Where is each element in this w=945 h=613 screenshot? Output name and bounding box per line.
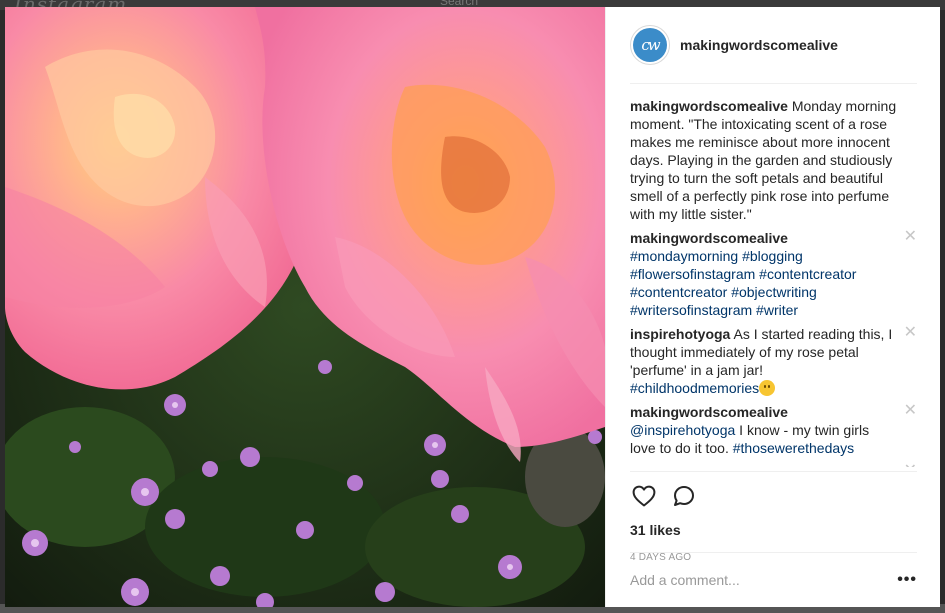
hashtag-link[interactable]: #mondaymorning — [630, 248, 738, 264]
avatar-initials: cw — [633, 28, 667, 62]
header-username-link[interactable]: makingwordscomealive — [680, 37, 838, 53]
post-actions: 31 likes 4 DAYS AGO — [630, 471, 917, 563]
mention-link[interactable]: @inspirehotyoga — [630, 422, 735, 438]
post-header: cw makingwordscomealive — [630, 7, 917, 84]
smile-emoji-icon — [759, 380, 776, 396]
comment-item: makingwordscomealive #mondaymorning #blo… — [630, 229, 917, 319]
comment-username-link[interactable]: makingwordscomealive — [630, 404, 788, 420]
remove-comment-icon[interactable]: ✕ — [904, 229, 917, 245]
comment-username-link[interactable]: makingwordscomealive — [630, 98, 788, 114]
comment-item: makingwordscomealive Monday morning mome… — [630, 97, 917, 223]
hashtag-link[interactable]: #blogging — [742, 248, 803, 264]
action-icons — [630, 478, 917, 514]
hashtag-link[interactable]: #flowersofinstagram — [630, 266, 755, 282]
comment-input[interactable] — [630, 572, 898, 588]
comment-text: How beautiful ! — [756, 464, 849, 467]
hashtag-link[interactable]: #childhoodmemories — [630, 380, 759, 396]
hashtag-link[interactable]: #thosewerethedays — [733, 440, 854, 456]
hashtag-link[interactable]: #objectwriting — [731, 284, 817, 300]
comment-username-link[interactable]: inspirehotyoga — [630, 326, 730, 342]
comment-username-link[interactable]: makingwordscomealive — [630, 230, 788, 246]
comment-item: makingwordscomealive @inspirehotyoga I k… — [630, 403, 917, 457]
comment-item: inspirehotyoga As I started reading this… — [630, 325, 917, 397]
heart-icon[interactable] — [630, 482, 658, 510]
hashtag-link[interactable]: #writersofinstagram — [630, 302, 752, 318]
hashtag-link[interactable]: #writer — [756, 302, 798, 318]
add-comment-bar: ••• — [630, 552, 917, 607]
post-side-panel: cw makingwordscomealive makingwordscomea… — [605, 7, 940, 607]
post-modal: cw makingwordscomealive makingwordscomea… — [5, 7, 940, 607]
remove-comment-icon[interactable]: ✕ — [904, 325, 917, 341]
hashtag-link[interactable]: #contentcreator — [630, 284, 727, 300]
rose-photo-illustration — [5, 7, 605, 607]
comment-item: macangusdesigns How beautiful ! ✕ — [630, 463, 917, 468]
remove-comment-icon[interactable]: ✕ — [904, 403, 917, 419]
comments-list: makingwordscomealive Monday morning mome… — [630, 97, 917, 467]
remove-comment-icon[interactable]: ✕ — [904, 463, 917, 468]
comment-bubble-icon[interactable] — [670, 482, 698, 510]
comment-username-link[interactable]: macangusdesigns — [630, 464, 752, 467]
more-options-icon[interactable]: ••• — [897, 571, 917, 589]
post-photo[interactable] — [5, 7, 605, 607]
avatar[interactable]: cw — [630, 25, 670, 65]
comment-text: Monday morning moment. "The intoxicating… — [630, 98, 897, 222]
hashtag-link[interactable]: #contentcreator — [759, 266, 856, 282]
likes-count[interactable]: 31 likes — [630, 522, 917, 538]
